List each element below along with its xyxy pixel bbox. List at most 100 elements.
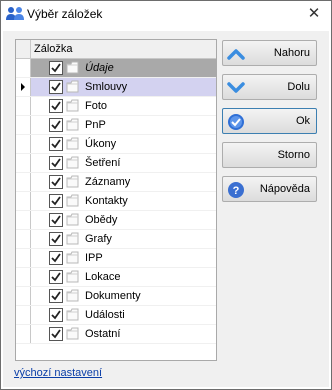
row-checkbox[interactable] bbox=[49, 270, 63, 284]
row-indicator[interactable] bbox=[16, 116, 31, 134]
tab-icon bbox=[66, 175, 79, 188]
close-button[interactable]: ✕ bbox=[303, 4, 325, 24]
row-label: Obědy bbox=[85, 214, 118, 226]
users-icon bbox=[6, 7, 24, 20]
row-checkbox[interactable] bbox=[49, 99, 63, 113]
row-checkbox[interactable] bbox=[49, 80, 63, 94]
tab-icon bbox=[66, 327, 79, 340]
tab-icon bbox=[66, 61, 79, 74]
checkmark-icon bbox=[51, 329, 61, 339]
table-row[interactable]: Události bbox=[16, 306, 216, 325]
table-row[interactable]: Dokumenty bbox=[16, 287, 216, 306]
row-label: Události bbox=[85, 309, 125, 321]
row-indicator[interactable] bbox=[16, 268, 31, 286]
up-button-label: Nahoru bbox=[273, 47, 310, 59]
row-indicator[interactable] bbox=[16, 78, 31, 96]
table-row[interactable]: Šetření bbox=[16, 154, 216, 173]
cancel-button-label: Storno bbox=[277, 149, 310, 161]
checkmark-icon bbox=[51, 139, 61, 149]
grid-header: Záložka bbox=[16, 40, 216, 59]
tab-icon bbox=[66, 289, 79, 302]
row-indicator[interactable] bbox=[16, 97, 31, 115]
row-checkbox[interactable] bbox=[49, 156, 63, 170]
checkmark-icon bbox=[51, 291, 61, 301]
svg-text:?: ? bbox=[233, 185, 240, 197]
row-pointer-icon bbox=[21, 83, 25, 91]
ok-button[interactable]: Ok bbox=[222, 108, 317, 134]
row-indicator[interactable] bbox=[16, 173, 31, 191]
row-indicator[interactable] bbox=[16, 287, 31, 305]
down-button-label: Dolu bbox=[287, 81, 310, 93]
row-indicator[interactable] bbox=[16, 154, 31, 172]
row-checkbox[interactable] bbox=[49, 308, 63, 322]
checkmark-icon bbox=[51, 234, 61, 244]
table-row[interactable]: Foto bbox=[16, 97, 216, 116]
checkmark-icon bbox=[51, 253, 61, 263]
row-label: Kontakty bbox=[85, 195, 128, 207]
reset-defaults-link[interactable]: výchozí nastavení bbox=[14, 367, 102, 379]
title-bar[interactable]: Výběr záložek ✕ bbox=[1, 1, 331, 29]
header-indicator-cell bbox=[16, 40, 31, 58]
column-header-zalozka[interactable]: Záložka bbox=[34, 43, 73, 55]
dialog-body: Záložka Údaje Smlouvy Foto PnP Úkony Šetření Z… bbox=[3, 31, 329, 387]
row-label: Grafy bbox=[85, 233, 112, 245]
table-row[interactable]: PnP bbox=[16, 116, 216, 135]
table-row[interactable]: Ostatní bbox=[16, 325, 216, 344]
tab-icon bbox=[66, 156, 79, 169]
row-checkbox[interactable] bbox=[49, 251, 63, 265]
row-checkbox[interactable] bbox=[49, 137, 63, 151]
checkmark-icon bbox=[51, 177, 61, 187]
table-row[interactable]: Obědy bbox=[16, 211, 216, 230]
row-indicator[interactable] bbox=[16, 135, 31, 153]
row-indicator[interactable] bbox=[16, 249, 31, 267]
dialog-window: Výběr záložek ✕ Záložka Údaje Smlouvy Foto… bbox=[0, 0, 332, 390]
checkmark-icon bbox=[51, 196, 61, 206]
tabs-grid[interactable]: Záložka Údaje Smlouvy Foto PnP Úkony Šetření Z… bbox=[15, 39, 217, 361]
chevron-down-icon bbox=[227, 82, 245, 93]
tab-icon bbox=[66, 270, 79, 283]
row-checkbox[interactable] bbox=[49, 232, 63, 246]
row-indicator[interactable] bbox=[16, 306, 31, 324]
tab-icon bbox=[66, 251, 79, 264]
row-checkbox[interactable] bbox=[49, 118, 63, 132]
row-checkbox[interactable] bbox=[49, 61, 63, 75]
row-label: Dokumenty bbox=[85, 290, 141, 302]
checkmark-icon bbox=[51, 310, 61, 320]
row-label: Lokace bbox=[85, 271, 121, 283]
row-label: Šetření bbox=[85, 157, 121, 169]
cancel-button[interactable]: Storno bbox=[222, 142, 317, 168]
down-button[interactable]: Dolu bbox=[222, 74, 317, 100]
row-label: IPP bbox=[85, 252, 103, 264]
row-indicator[interactable] bbox=[16, 192, 31, 210]
row-checkbox[interactable] bbox=[49, 289, 63, 303]
tab-icon bbox=[66, 213, 79, 226]
row-indicator[interactable] bbox=[16, 230, 31, 248]
tab-icon bbox=[66, 308, 79, 321]
table-row[interactable]: Smlouvy bbox=[16, 78, 216, 97]
checkmark-icon bbox=[51, 63, 61, 73]
row-label: Foto bbox=[85, 100, 108, 112]
row-checkbox[interactable] bbox=[49, 213, 63, 227]
table-row[interactable]: Grafy bbox=[16, 230, 216, 249]
row-indicator[interactable] bbox=[16, 325, 31, 343]
checkmark-icon bbox=[51, 82, 61, 92]
check-circle-icon bbox=[228, 114, 244, 130]
table-row[interactable]: Záznamy bbox=[16, 173, 216, 192]
help-icon: ? bbox=[228, 182, 244, 198]
up-button[interactable]: Nahoru bbox=[222, 40, 317, 66]
row-indicator[interactable] bbox=[16, 59, 31, 77]
tab-icon bbox=[66, 80, 79, 93]
tab-icon bbox=[66, 232, 79, 245]
table-row[interactable]: Úkony bbox=[16, 135, 216, 154]
row-label: Záznamy bbox=[85, 176, 131, 188]
row-checkbox[interactable] bbox=[49, 194, 63, 208]
table-row[interactable]: IPP bbox=[16, 249, 216, 268]
table-row[interactable]: Kontakty bbox=[16, 192, 216, 211]
table-row[interactable]: Údaje bbox=[16, 59, 216, 78]
tab-icon bbox=[66, 118, 79, 131]
row-checkbox[interactable] bbox=[49, 175, 63, 189]
help-button[interactable]: ? Nápověda bbox=[222, 176, 317, 202]
row-checkbox[interactable] bbox=[49, 327, 63, 341]
row-indicator[interactable] bbox=[16, 211, 31, 229]
table-row[interactable]: Lokace bbox=[16, 268, 216, 287]
